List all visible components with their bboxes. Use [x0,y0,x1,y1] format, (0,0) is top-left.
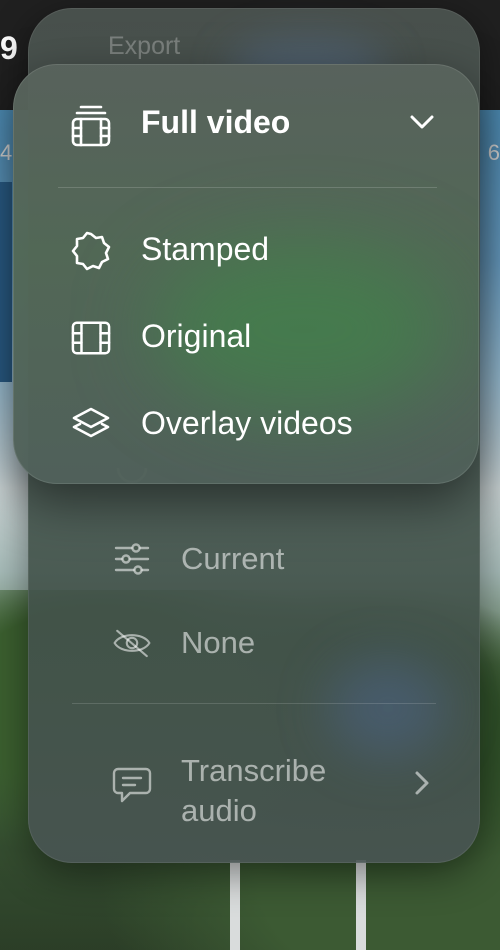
speech-bubble-icon [112,766,152,809]
timecode-left: 4 [0,140,13,165]
divider [58,187,437,188]
left-strip [0,182,12,382]
full-video-dropdown[interactable]: Full video [13,64,479,188]
divider [72,703,436,704]
timecode-right: 6 [487,140,500,165]
option-label: Overlay videos [141,405,353,441]
option-original[interactable]: Original [13,302,479,372]
option-label: None [181,625,256,660]
pole [230,860,240,950]
selected-option-label: Full video [141,104,291,140]
layers-icon [71,405,111,445]
status-corner-text: 9 [0,30,18,66]
option-overlay-videos[interactable]: Overlay videos [13,389,479,459]
pole [356,860,366,950]
export-menu-title: Export [108,32,181,60]
transcribe-label: Transcribe audio [181,751,326,831]
option-label: Current [181,541,285,576]
video-source-menu: Full video Stamped Original Overlay vide… [13,64,479,484]
option-stamped[interactable]: Stamped [13,215,479,285]
seal-icon [71,231,111,271]
sliders-icon [112,539,152,579]
filter-option-current[interactable]: Current [28,538,480,580]
transcribe-label-line1: Transcribe [181,753,327,788]
transcribe-label-line2: audio [181,793,257,828]
filter-option-none[interactable]: None [28,622,480,664]
chevron-down-icon [410,115,434,129]
eye-slash-icon [112,623,152,663]
film-stack-icon [71,105,111,147]
chevron-right-icon [415,771,429,795]
option-label: Stamped [141,231,270,267]
option-label: Original [141,318,252,354]
film-icon [71,318,111,358]
